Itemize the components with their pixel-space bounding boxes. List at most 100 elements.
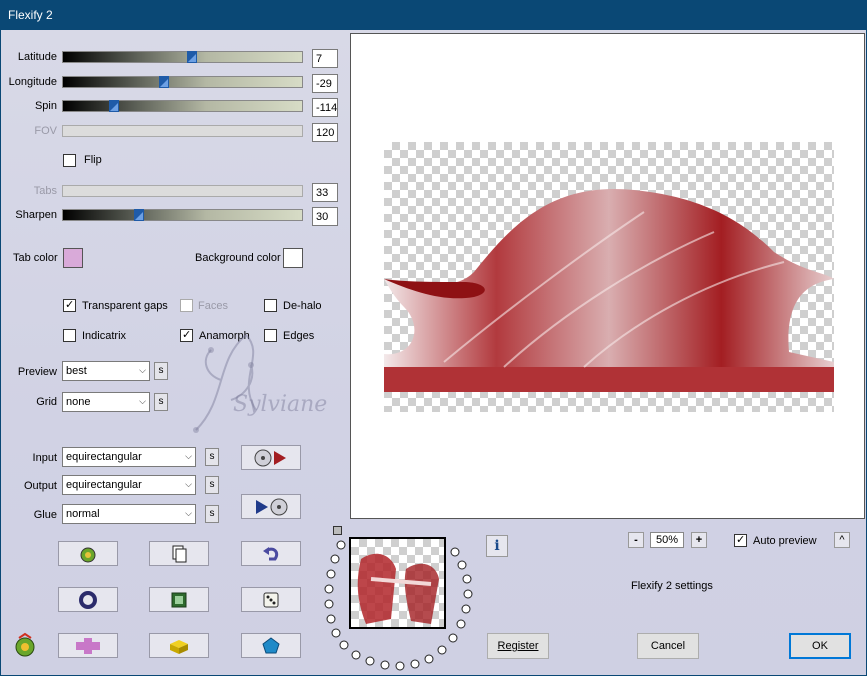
longitude-label: Longitude <box>8 76 57 88</box>
randomize-button[interactable] <box>58 541 118 566</box>
plugin-logo-icon <box>15 632 35 657</box>
bug-icon <box>80 547 96 562</box>
auto-preview-checkmark: ✓ <box>736 534 746 546</box>
ring-button[interactable] <box>58 587 118 612</box>
spin-label: Spin <box>34 100 57 112</box>
register-button-label: Register <box>497 640 539 652</box>
input-s-button[interactable]: s <box>205 448 219 466</box>
cancel-button[interactable]: Cancel <box>637 633 699 659</box>
grid-s-button[interactable]: s <box>154 393 168 411</box>
input-select[interactable]: equirectangular ⌵ <box>62 447 196 467</box>
latitude-value-input[interactable]: 7 <box>312 49 338 68</box>
window-title: Flexify 2 <box>8 8 53 22</box>
navigator-dots-ring-icon <box>324 540 473 671</box>
brick-icon <box>170 639 188 654</box>
longitude-value-input[interactable]: -29 <box>312 74 338 93</box>
transparent-gaps-label: Transparent gaps <box>82 300 168 312</box>
register-button[interactable]: Register <box>487 633 549 659</box>
auto-preview-checkbox[interactable]: ✓ <box>734 534 747 547</box>
cross-button[interactable] <box>58 633 118 658</box>
fov-slider <box>62 125 303 137</box>
background-color-swatch[interactable] <box>283 248 303 268</box>
ring-icon <box>79 590 97 609</box>
sharpen-label: Sharpen <box>15 209 57 221</box>
chevron-down-icon: ⌵ <box>139 396 146 406</box>
chip-icon <box>171 592 187 607</box>
latitude-slider[interactable] <box>62 51 303 63</box>
glue-select-value: normal <box>66 508 100 520</box>
preview-select-value: best <box>66 365 87 377</box>
glue-s-button[interactable]: s <box>205 505 219 523</box>
export-button[interactable] <box>241 494 301 519</box>
disc-to-play-icon <box>254 449 286 466</box>
chevron-down-icon: ⌵ <box>139 365 146 375</box>
grid-label: Grid <box>36 396 57 408</box>
sharpen-value-input[interactable]: 30 <box>312 207 338 226</box>
ok-button[interactable]: OK <box>789 633 851 659</box>
spin-slider-thumb[interactable] <box>109 100 119 112</box>
brick-button[interactable] <box>149 633 209 658</box>
chevron-down-icon: ⌵ <box>185 479 192 489</box>
fov-value-input: 120 <box>312 123 338 142</box>
fov-label: FOV <box>34 125 57 137</box>
background-color-label: Background color <box>195 252 281 264</box>
input-label: Input <box>32 452 57 464</box>
faces-checkbox <box>180 299 193 312</box>
undo-button[interactable] <box>241 541 301 566</box>
output-label: Output <box>23 480 57 492</box>
input-select-value: equirectangular <box>66 451 142 463</box>
preview-select[interactable]: best ⌵ <box>62 361 150 381</box>
longitude-slider-thumb[interactable] <box>159 76 169 88</box>
title-bar: Flexify 2 <box>0 0 867 30</box>
indicatrix-checkbox[interactable] <box>63 329 76 342</box>
output-select-value: equirectangular <box>66 479 142 491</box>
sharpen-slider-thumb[interactable] <box>134 209 144 221</box>
sharpen-slider[interactable] <box>62 209 303 221</box>
copy-button[interactable] <box>149 541 209 566</box>
chevron-down-icon: ⌵ <box>185 451 192 461</box>
output-s-button[interactable]: s <box>205 476 219 494</box>
tabs-slider <box>62 185 303 197</box>
undo-icon <box>263 546 279 560</box>
preview-label: Preview <box>17 366 57 378</box>
faces-label: Faces <box>198 300 228 312</box>
transparent-gaps-checkmark: ✓ <box>65 299 75 311</box>
grid-select[interactable]: none ⌵ <box>62 392 150 412</box>
random-dice-button[interactable] <box>241 587 301 612</box>
zoom-level: 50% <box>650 532 684 548</box>
spin-slider[interactable] <box>62 100 303 112</box>
pentagon-button[interactable] <box>241 633 301 658</box>
watermark-flourish-icon <box>193 334 257 433</box>
preview-image <box>384 188 834 392</box>
longitude-slider[interactable] <box>62 76 303 88</box>
de-halo-checkbox[interactable] <box>264 299 277 312</box>
spin-value-input[interactable]: -114 <box>312 98 338 117</box>
de-halo-label: De-halo <box>283 300 322 312</box>
chevron-down-icon: ⌵ <box>185 508 192 518</box>
cross-icon <box>76 637 100 654</box>
zoom-in-button[interactable]: + <box>691 532 707 548</box>
flip-label: Flip <box>84 154 102 166</box>
collapse-button[interactable]: ^ <box>834 532 850 548</box>
grid-select-value: none <box>66 396 91 408</box>
preview-panel[interactable] <box>350 33 865 519</box>
transparent-gaps-checkbox[interactable]: ✓ <box>63 299 76 312</box>
dialog-client: Latitude 7 Longitude -29 Spin -114 FOV 1… <box>0 30 867 676</box>
flip-checkbox[interactable] <box>63 154 76 167</box>
latitude-slider-thumb[interactable] <box>187 51 197 63</box>
pentagon-icon <box>262 636 280 653</box>
tabs-label: Tabs <box>33 185 57 197</box>
zoom-out-button[interactable]: - <box>628 532 644 548</box>
glue-select[interactable]: normal ⌵ <box>62 504 196 524</box>
info-button[interactable]: i <box>486 535 508 557</box>
glue-label: Glue <box>33 509 57 521</box>
preview-s-button[interactable]: s <box>154 362 168 380</box>
tabs-value-input: 33 <box>312 183 338 202</box>
indicatrix-label: Indicatrix <box>82 330 127 342</box>
import-button[interactable] <box>241 445 301 470</box>
tab-color-swatch[interactable] <box>63 248 83 268</box>
output-select[interactable]: equirectangular ⌵ <box>62 475 196 495</box>
ok-button-label: OK <box>812 640 828 652</box>
cancel-button-label: Cancel <box>650 640 686 652</box>
chip-button[interactable] <box>149 587 209 612</box>
